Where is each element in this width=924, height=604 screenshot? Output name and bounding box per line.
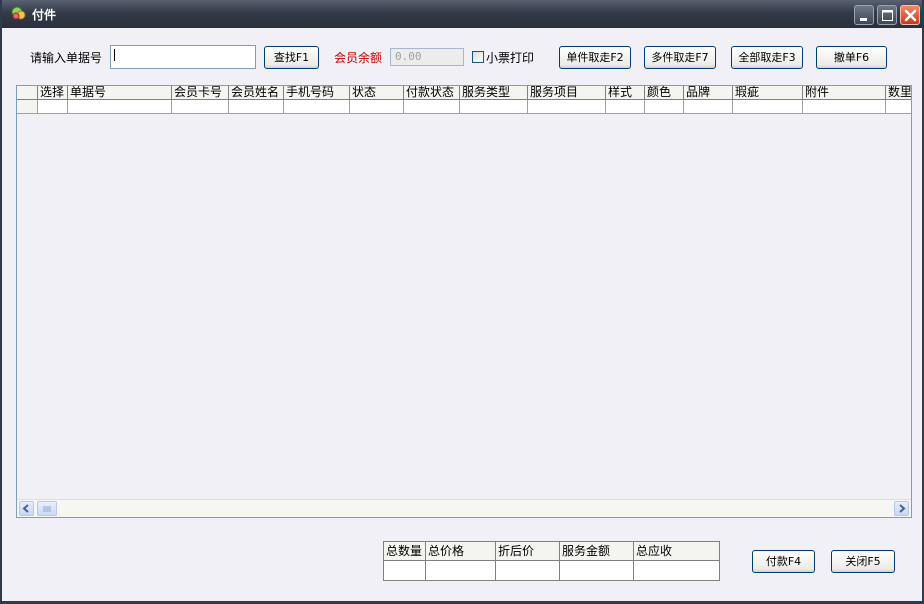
grid-cell[interactable] (229, 100, 284, 114)
grid-cell[interactable] (404, 100, 460, 114)
window-title: 付件 (32, 8, 57, 22)
pickup-window: 付件 请输入单据号 查找F1 会员余额 0.00 小票打印 单件取走F2 多件取… (0, 0, 924, 604)
title-bar[interactable]: 付件 (2, 0, 922, 28)
single-pickup-button[interactable]: 单件取走F2 (559, 46, 631, 69)
service-amount-value (560, 561, 634, 580)
grip-icon (43, 506, 51, 512)
column-header[interactable]: 数里 (886, 86, 911, 100)
grid-cell[interactable] (886, 100, 911, 114)
cancel-order-button[interactable]: 撤单F6 (816, 46, 887, 69)
order-items-grid[interactable]: 选择 单据号 会员卡号 会员姓名 手机号码 状态 付款状态 服务类型 服务项目 … (16, 85, 912, 518)
summary-header: 总价格 (426, 542, 496, 561)
member-balance-field: 0.00 (390, 48, 464, 66)
total-price-value (426, 561, 496, 580)
receipt-print-checkbox[interactable] (472, 51, 484, 63)
column-header[interactable]: 手机号码 (284, 86, 350, 100)
discount-price-value (496, 561, 560, 580)
grid-cell[interactable] (172, 100, 229, 114)
minimize-icon (860, 18, 867, 21)
total-receivable-value (634, 561, 719, 580)
summary-header: 折后价 (496, 542, 560, 561)
column-header[interactable]: 颜色 (645, 86, 684, 100)
arrow-left-icon (22, 504, 29, 513)
column-header[interactable]: 选择 (38, 86, 68, 100)
grid-cell[interactable] (38, 100, 68, 114)
app-icon (11, 6, 26, 20)
order-number-input[interactable] (110, 45, 256, 69)
grid-cell[interactable] (68, 100, 172, 114)
order-number-label: 请输入单据号 (30, 51, 103, 65)
column-header[interactable]: 会员姓名 (229, 86, 284, 100)
column-header[interactable]: 付款状态 (404, 86, 460, 100)
text-caret (114, 49, 115, 61)
column-header[interactable]: 附件 (803, 86, 886, 100)
all-pickup-button[interactable]: 全部取走F3 (731, 46, 803, 69)
horizontal-scrollbar[interactable] (17, 499, 911, 517)
close-icon (904, 9, 917, 22)
grid-cell[interactable] (684, 100, 733, 114)
column-header[interactable]: 服务类型 (460, 86, 528, 100)
column-header[interactable]: 会员卡号 (172, 86, 229, 100)
grid-cell[interactable] (606, 100, 645, 114)
multi-pickup-button[interactable]: 多件取走F7 (644, 46, 716, 69)
pay-button[interactable]: 付款F4 (752, 550, 815, 573)
close-button[interactable]: 关闭F5 (831, 550, 895, 573)
column-header[interactable]: 瑕疵 (733, 86, 803, 100)
summary-header: 总应收 (634, 542, 719, 561)
maximize-icon (882, 10, 893, 21)
scroll-thumb[interactable] (37, 501, 57, 516)
total-quantity-value (384, 561, 426, 580)
grid-cell[interactable] (528, 100, 606, 114)
receipt-print-label[interactable]: 小票打印 (486, 49, 534, 66)
grid-cell[interactable] (733, 100, 803, 114)
summary-table: 总数量 总价格 折后价 服务金额 总应收 (383, 541, 720, 581)
scroll-right-button[interactable] (894, 501, 909, 516)
column-header[interactable]: 状态 (350, 86, 404, 100)
maximize-button[interactable] (877, 5, 897, 25)
arrow-right-icon (899, 504, 906, 513)
scroll-left-button[interactable] (19, 501, 34, 516)
grid-cell[interactable] (284, 100, 350, 114)
minimize-button[interactable] (854, 5, 874, 25)
column-header[interactable]: 服务项目 (528, 86, 606, 100)
row-header[interactable] (17, 100, 38, 114)
member-balance-label: 会员余额 (334, 51, 383, 65)
grid-cell[interactable] (645, 100, 684, 114)
column-header[interactable]: 单据号 (68, 86, 172, 100)
column-header[interactable]: 样式 (606, 86, 645, 100)
summary-header: 服务金额 (560, 542, 634, 561)
row-header-corner (17, 86, 38, 100)
close-window-button[interactable] (900, 5, 920, 25)
grid-cell[interactable] (350, 100, 404, 114)
summary-header: 总数量 (384, 542, 426, 561)
grid-cell[interactable] (460, 100, 528, 114)
grid-cell[interactable] (803, 100, 886, 114)
column-header[interactable]: 品牌 (684, 86, 733, 100)
find-button[interactable]: 查找F1 (264, 46, 319, 69)
